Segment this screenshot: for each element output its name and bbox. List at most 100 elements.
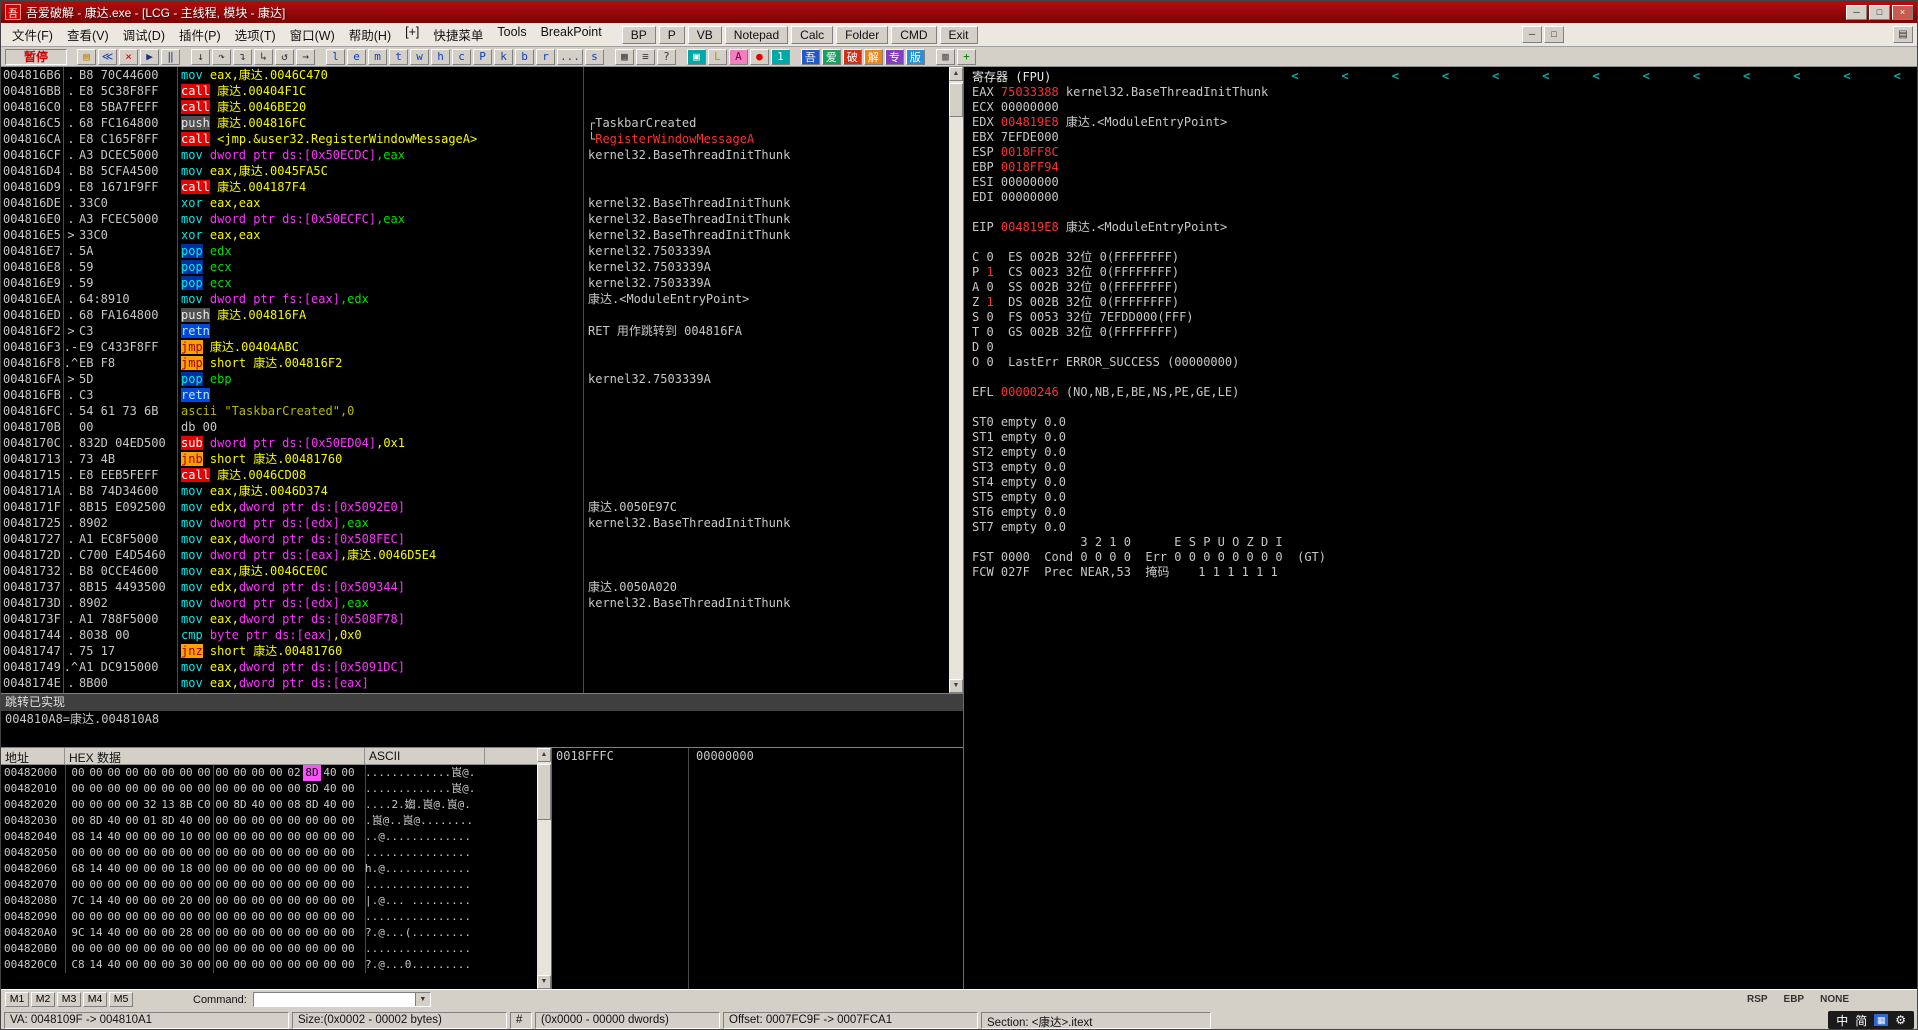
title-bar[interactable]: 吾 吾爱破解 - 康达.exe - [LCG - 主线程, 模块 - 康达] ─… bbox=[1, 1, 1917, 23]
dump-row[interactable]: 00482050 00 00 00 00 00 00 00 00 00 00 00 00 00 00 00 00… bbox=[1, 845, 537, 861]
register-line[interactable]: FST 0000 Cond 0 0 0 0 Err 0 0 0 0 0 0 0 … bbox=[964, 550, 1917, 565]
disasm-row[interactable]: 004816F8 .^ EB F8 jmp short 康达.004816F2 bbox=[1, 355, 949, 371]
window-list-icon[interactable]: ▤ bbox=[1893, 26, 1913, 43]
dump-row[interactable]: 004820C0 C8 14 40 00 00 00 30 00 00 00 00 00 00 00 00 00… bbox=[1, 957, 537, 973]
language-bar[interactable]: 中简 ▦ ⚙ bbox=[1828, 1011, 1914, 1029]
disasm-row[interactable]: 004816B6. B8 70C44600 mov eax,康达.0046C470 bbox=[1, 67, 949, 83]
plugin-analyze-button[interactable]: A bbox=[728, 48, 748, 65]
macro-button[interactable]: M2 bbox=[31, 992, 55, 1007]
register-line[interactable]: C 0 ES 002B 32位 0(FFFFFFFF) bbox=[964, 250, 1917, 265]
dump-row[interactable]: 00482020 00 00 00 00 32 13 8B C0 00 8D 40 00 08 8D 40 00… bbox=[1, 797, 537, 813]
column-divider[interactable] bbox=[213, 765, 214, 973]
run-button[interactable]: ▶ bbox=[140, 48, 159, 65]
registers-pane[interactable]: 寄存器 (FPU) < < < < < < < < < < < < < EAX 75033388 ker… bbox=[963, 67, 1917, 989]
menu-item[interactable]: 快捷菜单 bbox=[426, 23, 490, 46]
menu-item[interactable]: 选项(T) bbox=[228, 23, 283, 46]
window-source-button[interactable]: s bbox=[584, 48, 604, 65]
disasm-row[interactable]: 004816E7. 5A pop edx kernel32.7503339A bbox=[1, 243, 949, 259]
scroll-down-icon[interactable]: ▼ bbox=[949, 679, 963, 693]
menu-item[interactable]: Tools bbox=[490, 23, 533, 46]
disasm-row[interactable]: 004816CA. E8 C165F8FF call <jmp.&user32.Re… bbox=[1, 131, 949, 147]
dump-row[interactable]: 004820A0 9C 14 40 00 00 00 28 00 00 00 00 00 00 00 00 00… bbox=[1, 925, 537, 941]
register-line[interactable]: ST4 empty 0.0 bbox=[964, 475, 1917, 490]
disasm-row[interactable]: 004816C0. E8 5BA7FEFF call 康达.0046BE20 bbox=[1, 99, 949, 115]
mdi-minimize-button[interactable]: ─ bbox=[1522, 26, 1542, 43]
disasm-row[interactable]: 00481713. 73 4B jnb short 康达.00481760 bbox=[1, 451, 949, 467]
register-line[interactable]: T 0 GS 002B 32位 0(FFFFFFFF) bbox=[964, 325, 1917, 340]
window-cpu-button[interactable]: c bbox=[452, 48, 471, 65]
plugin-add-button[interactable]: + bbox=[956, 48, 976, 65]
register-line[interactable]: EDI 00000000 bbox=[964, 190, 1917, 205]
disasm-row[interactable]: 004816E8. 59 pop ecx kernel32.7503339A bbox=[1, 259, 949, 275]
trace-over-button[interactable]: ↳ bbox=[254, 48, 273, 65]
register-line[interactable] bbox=[964, 205, 1917, 220]
command-combobox[interactable]: ▼ bbox=[252, 992, 431, 1007]
disasm-row[interactable]: 004816E0. A3 FCEC5000 mov dword ptr ds:[0x… bbox=[1, 211, 949, 227]
register-line[interactable]: O 0 LastErr ERROR_SUCCESS (00000000) bbox=[964, 355, 1917, 370]
register-line[interactable]: EBX 7EFDE000 bbox=[964, 130, 1917, 145]
register-line[interactable]: A 0 SS 002B 32位 0(FFFFFFFF) bbox=[964, 280, 1917, 295]
plugin-record-button[interactable]: ● bbox=[749, 48, 769, 65]
restart-button[interactable]: ≪ bbox=[98, 48, 117, 65]
ime-simplified[interactable]: 简 bbox=[1855, 1012, 1867, 1029]
macro-button[interactable]: M4 bbox=[83, 992, 107, 1007]
register-line[interactable]: S 0 FS 0053 32位 7EFDD000(FFF) bbox=[964, 310, 1917, 325]
disassembly-scrollbar[interactable]: ▲ ▼ bbox=[949, 67, 963, 693]
menu-item[interactable]: 窗口(W) bbox=[283, 23, 342, 46]
plugin-log-button[interactable]: L bbox=[707, 48, 727, 65]
menu-item[interactable]: 文件(F) bbox=[5, 23, 60, 46]
menu-item[interactable]: 调试(D) bbox=[116, 23, 172, 46]
scroll-down-icon[interactable]: ▼ bbox=[537, 975, 551, 989]
column-divider[interactable] bbox=[365, 765, 366, 973]
command-input[interactable] bbox=[253, 993, 415, 1006]
menu-action-button[interactable]: CMD bbox=[891, 25, 937, 44]
plugin-wu-button[interactable]: 吾 bbox=[800, 48, 820, 65]
register-line[interactable]: ST1 empty 0.0 bbox=[964, 430, 1917, 445]
scroll-up-icon[interactable]: ▲ bbox=[949, 67, 963, 81]
dump-scrollbar[interactable]: ▲ ▼ bbox=[537, 748, 551, 989]
macro-button[interactable]: M3 bbox=[57, 992, 81, 1007]
collapse-arrow-icon[interactable]: < bbox=[1592, 69, 1599, 83]
register-line[interactable] bbox=[964, 235, 1917, 250]
disasm-row[interactable]: 004816C5. 68 FC164800 push 康达.004816FC ┌Tas… bbox=[1, 115, 949, 131]
column-divider[interactable] bbox=[177, 67, 178, 693]
window-memory-button[interactable]: m bbox=[368, 48, 387, 65]
collapse-arrow-icon[interactable]: < bbox=[1542, 69, 1549, 83]
register-line[interactable] bbox=[964, 370, 1917, 385]
macro-button[interactable]: M1 bbox=[5, 992, 29, 1007]
plugin-jie-button[interactable]: 解 bbox=[863, 48, 883, 65]
dump-header-ascii[interactable]: ASCII bbox=[365, 748, 485, 765]
register-line[interactable]: ST5 empty 0.0 bbox=[964, 490, 1917, 505]
disasm-row[interactable]: 00481715. E8 EEB5FEFF call 康达.0046CD08 bbox=[1, 467, 949, 483]
collapse-arrow-icon[interactable]: < bbox=[1291, 69, 1298, 83]
register-line[interactable]: P 1 CS 0023 32位 0(FFFFFFFF) bbox=[964, 265, 1917, 280]
collapse-arrow-icon[interactable]: < bbox=[1793, 69, 1800, 83]
dump-header-address[interactable]: 地址 bbox=[1, 748, 65, 765]
window-references-button[interactable]: r bbox=[536, 48, 555, 65]
disasm-row[interactable]: 004816E9. 59 pop ecx kernel32.7503339A bbox=[1, 275, 949, 291]
register-line[interactable]: 3 2 1 0 E S P U O Z D I bbox=[964, 535, 1917, 550]
window-log-button[interactable]: l bbox=[326, 48, 345, 65]
register-line[interactable]: ESP 0018FF8C bbox=[964, 145, 1917, 160]
window-threads-button[interactable]: t bbox=[389, 48, 408, 65]
keyboard-icon[interactable]: ▦ bbox=[1874, 1014, 1889, 1026]
register-line[interactable]: FCW 027F Prec NEAR,53 掩码 1 1 1 1 1 1 bbox=[964, 565, 1917, 580]
register-line[interactable]: ST7 empty 0.0 bbox=[964, 520, 1917, 535]
disasm-row[interactable]: 004816D4. B8 5CFA4500 mov eax,康达.0045FA5C bbox=[1, 163, 949, 179]
window-callstack-button[interactable]: k bbox=[494, 48, 513, 65]
disasm-row[interactable]: 004816F2 > C3 retn RET 用作跳转到 004816FA bbox=[1, 323, 949, 339]
disasm-row[interactable]: 00481747. 75 17 jnz short 康达.00481760 bbox=[1, 643, 949, 659]
register-line[interactable]: ESI 00000000 bbox=[964, 175, 1917, 190]
dump-row[interactable]: 00482000 00 00 00 00 00 00 00 00 00 00 00 00 02 8D 40 00… bbox=[1, 765, 537, 781]
until-return-button[interactable]: ↺ bbox=[275, 48, 294, 65]
open-file-button[interactable]: ▤ bbox=[77, 48, 96, 65]
disasm-row[interactable]: 00481744. 8038 00 cmp byte ptr ds:[eax],0x… bbox=[1, 627, 949, 643]
column-divider[interactable] bbox=[688, 748, 689, 989]
plugin-grid-button[interactable]: ▩ bbox=[935, 48, 955, 65]
disasm-row[interactable]: 0048171A. B8 74D34600 mov eax,康达.0046D374 bbox=[1, 483, 949, 499]
dump-row[interactable]: 00482080 7C 14 40 00 00 00 20 00 00 00 00 00 00 00 00 00… bbox=[1, 893, 537, 909]
menu-item[interactable]: BreakPoint bbox=[534, 23, 609, 46]
dropdown-arrow-icon[interactable]: ▼ bbox=[414, 993, 430, 1006]
register-line[interactable]: EAX 75033388 kernel32.BaseThreadInitThun… bbox=[964, 85, 1917, 100]
disasm-row[interactable]: 0048170B 00 db 00 bbox=[1, 419, 949, 435]
